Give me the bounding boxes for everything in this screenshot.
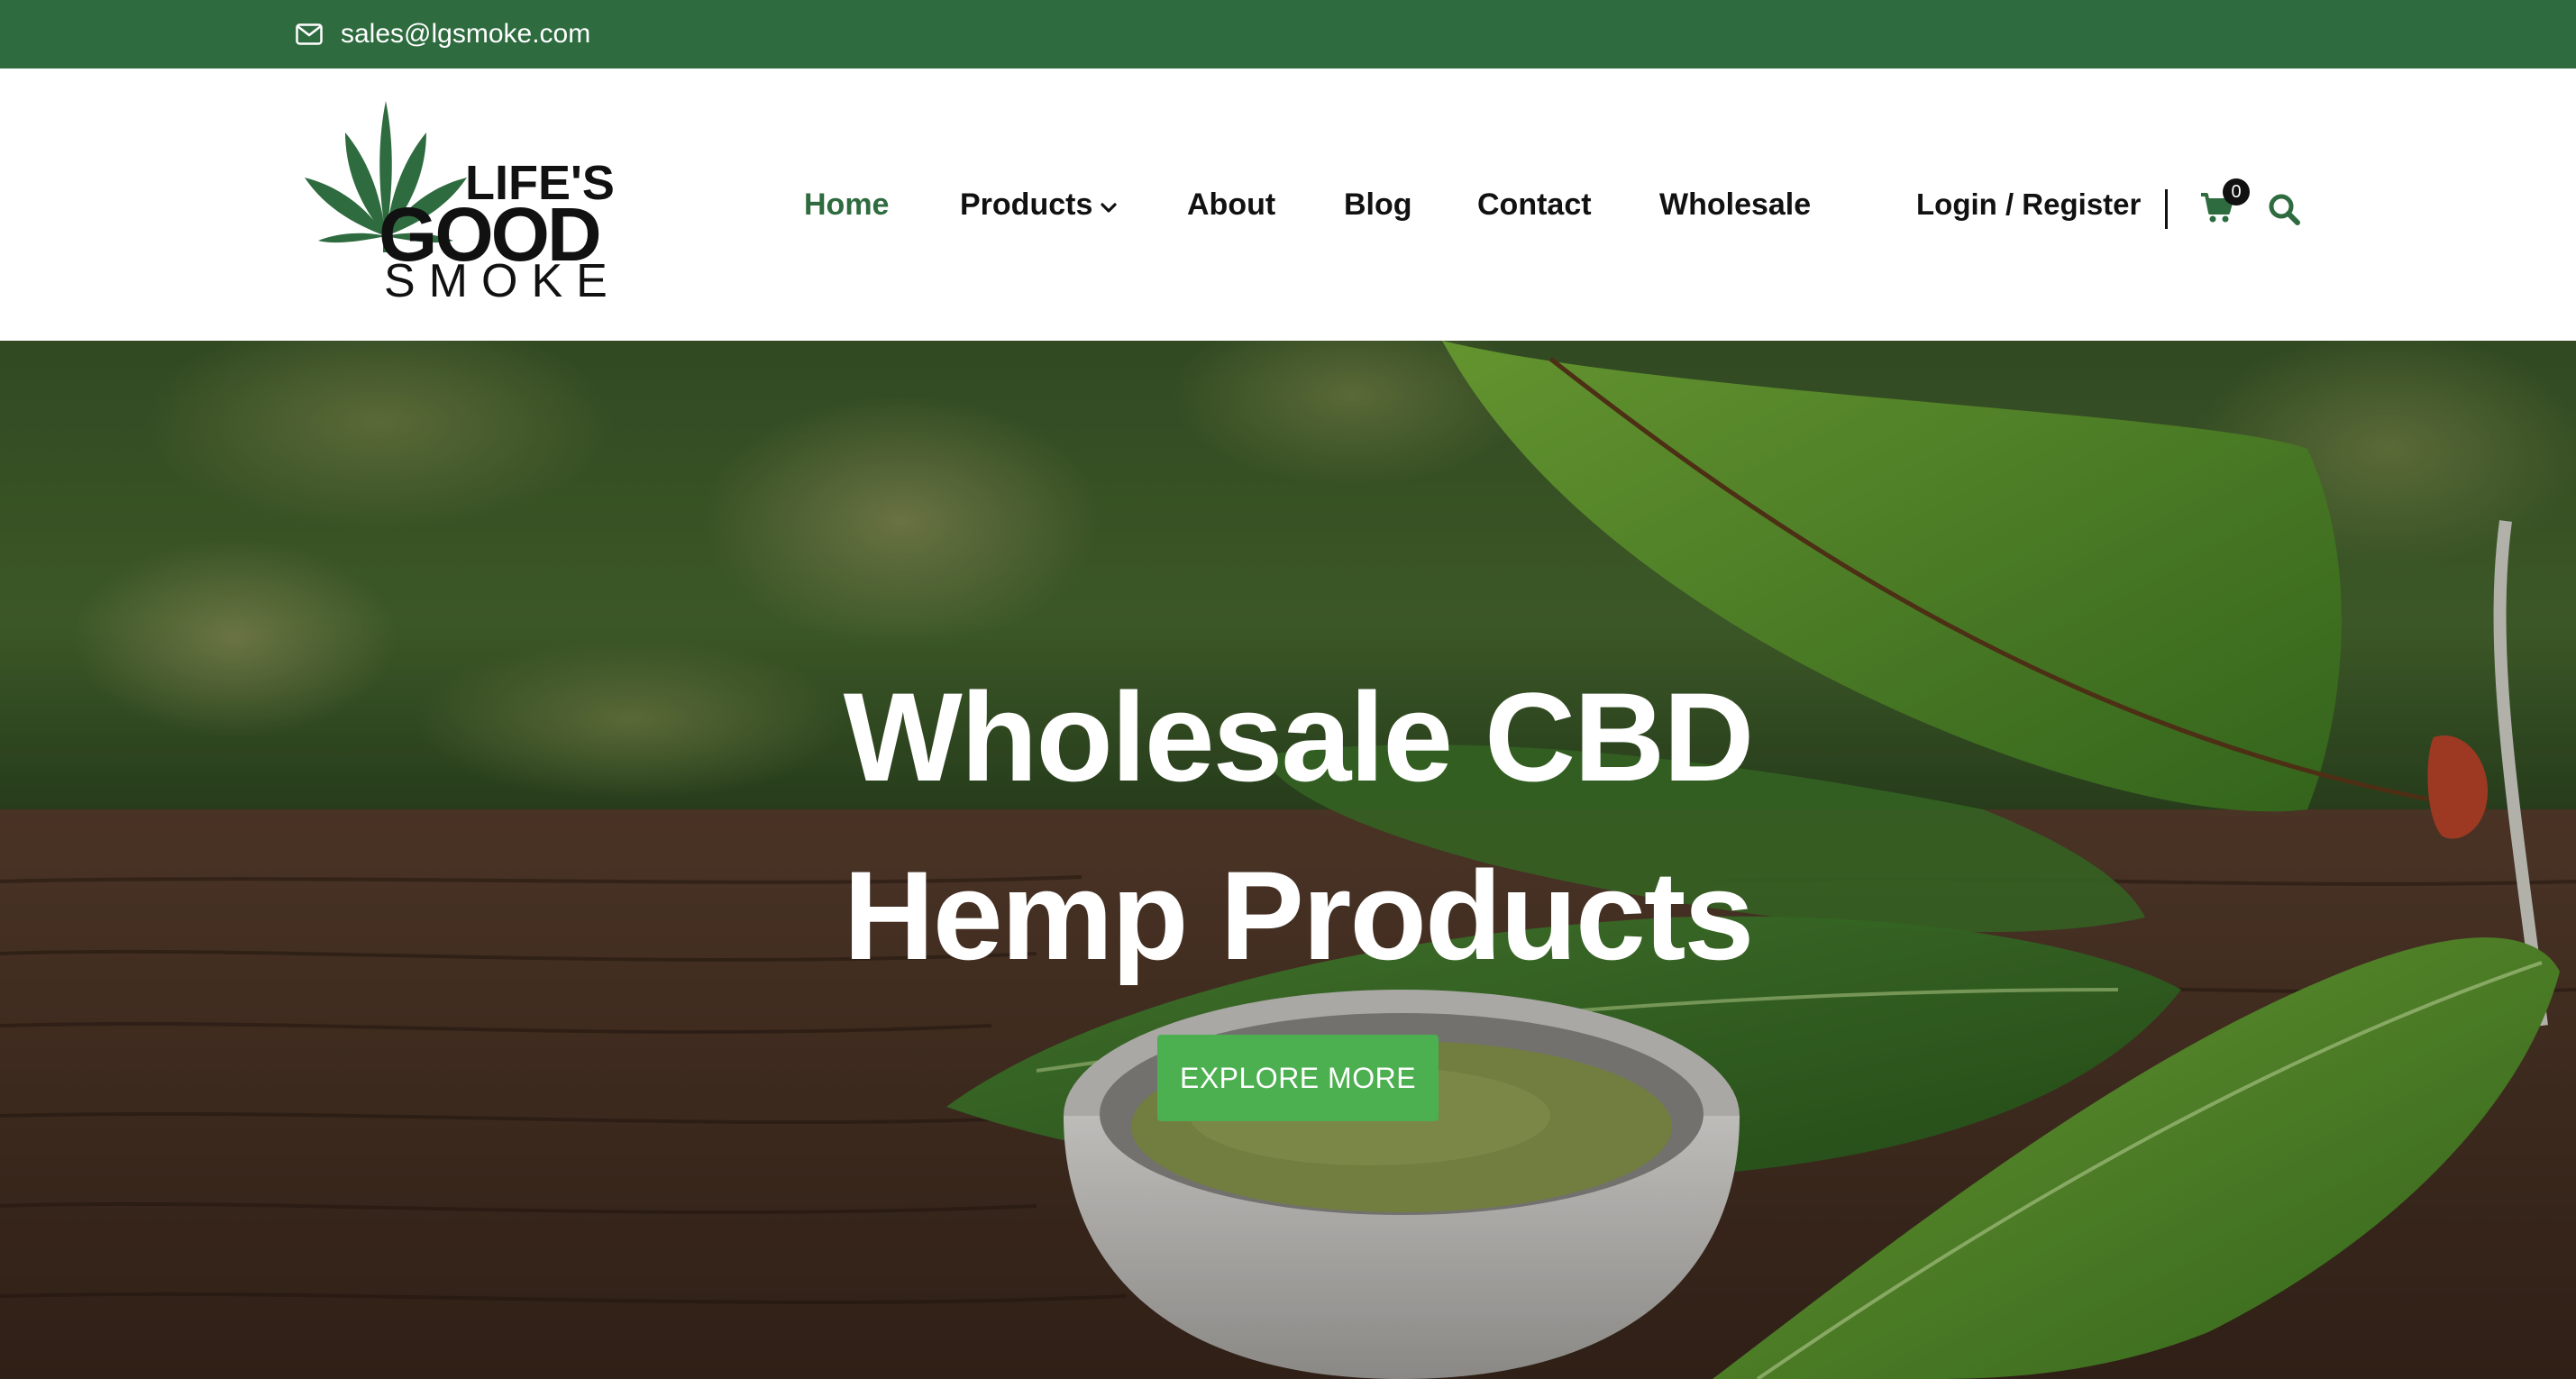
nav-item-about[interactable]: About bbox=[1187, 68, 1275, 341]
main-nav: Home Products About Blog Contact Wholesa… bbox=[0, 68, 2576, 341]
search-icon bbox=[2269, 194, 2300, 225]
nav-item-label: Contact bbox=[1477, 187, 1592, 222]
site-header: LIFE'S GOOD SMOKE Home Products About Bl… bbox=[0, 68, 2576, 341]
hero-title-line2: Hemp Products bbox=[843, 845, 1755, 986]
cart-count-badge: 0 bbox=[2223, 178, 2250, 205]
nav-item-wholesale[interactable]: Wholesale bbox=[1659, 68, 1811, 341]
nav-item-contact[interactable]: Contact bbox=[1477, 68, 1592, 341]
nav-item-blog[interactable]: Blog bbox=[1344, 68, 1412, 341]
cart-button[interactable]: 0 bbox=[2199, 178, 2250, 229]
nav-item-label: Products bbox=[960, 187, 1093, 222]
nav-item-label: Home bbox=[804, 187, 890, 222]
email-text[interactable]: sales@lgsmoke.com bbox=[341, 19, 590, 50]
envelope-icon bbox=[296, 23, 323, 45]
contact-email[interactable]: sales@lgsmoke.com bbox=[296, 0, 590, 68]
header-divider bbox=[2165, 189, 2168, 229]
explore-more-button[interactable]: EXPLORE MORE bbox=[1157, 1035, 1439, 1121]
nav-item-label: Blog bbox=[1344, 187, 1412, 222]
nav-item-products[interactable]: Products bbox=[960, 68, 1118, 341]
nav-item-label: About bbox=[1187, 187, 1276, 222]
login-register-link[interactable]: Login / Register bbox=[1916, 68, 2141, 341]
search-button[interactable] bbox=[2266, 191, 2302, 227]
nav-item-home[interactable]: Home bbox=[804, 68, 889, 341]
chevron-down-icon bbox=[1100, 187, 1118, 223]
top-bar: sales@lgsmoke.com bbox=[0, 0, 2576, 68]
hero-title-line1: Wholesale CBD bbox=[843, 666, 1755, 808]
hero-section: Wholesale CBD Hemp Products EXPLORE MORE bbox=[0, 341, 2576, 1379]
nav-item-label: Wholesale bbox=[1659, 187, 1812, 222]
